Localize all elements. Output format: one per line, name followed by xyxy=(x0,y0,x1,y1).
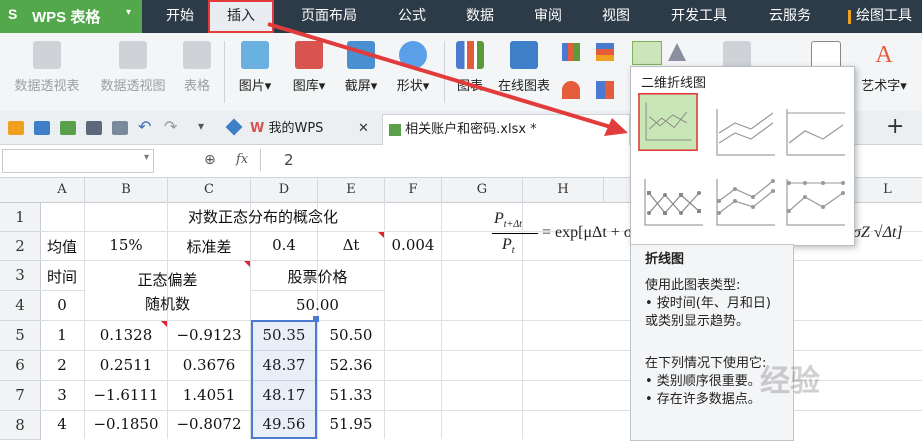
annotation-arrow xyxy=(267,22,628,136)
